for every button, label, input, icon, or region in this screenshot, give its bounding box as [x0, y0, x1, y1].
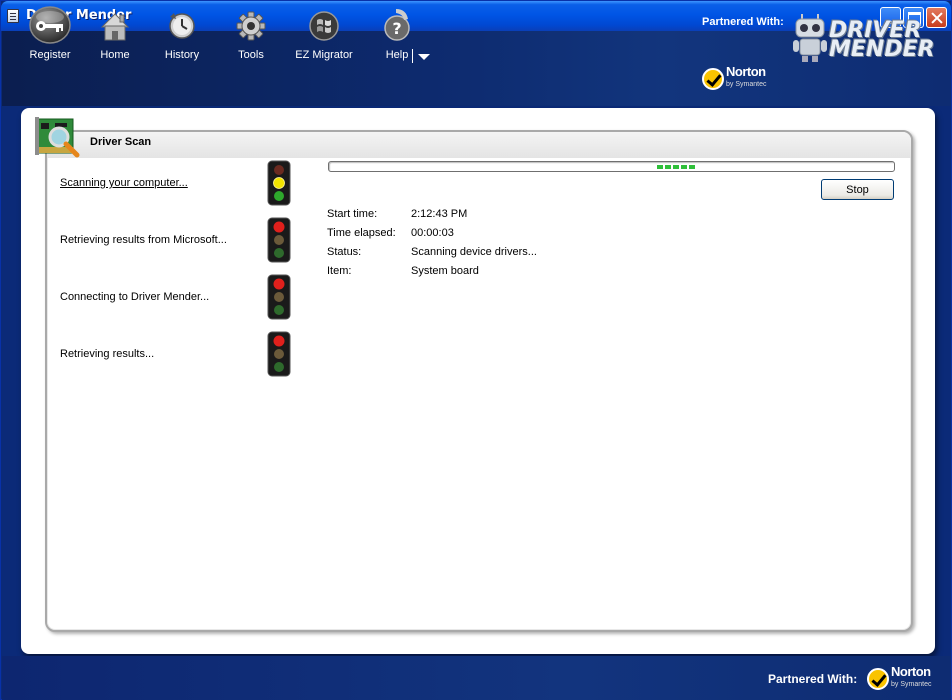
norton-logo-top: Norton by Symantec	[702, 64, 767, 90]
toolbar-label: History	[164, 49, 200, 61]
time-elapsed-label: Time elapsed:	[327, 227, 396, 239]
panel-header	[47, 132, 911, 158]
gear-icon	[236, 11, 266, 41]
toolbar-label: Register	[29, 49, 71, 61]
start-time-label: Start time:	[327, 208, 378, 220]
history-clock-icon	[169, 13, 195, 39]
toolbar-ez-migrator[interactable]: EZ Migrator	[294, 5, 354, 69]
key-icon	[29, 6, 71, 44]
traffic-light-icon-pending	[267, 274, 291, 320]
driver-scan-panel	[45, 130, 913, 632]
partner-label-bottom: Partnered With:	[768, 672, 858, 686]
step-label-microsoft: Retrieving results from Microsoft...	[60, 234, 227, 246]
norton-check-icon	[867, 667, 889, 690]
start-time-value: 2:12:43 PM	[411, 208, 468, 220]
logo-line2: MENDER	[829, 37, 935, 62]
toolbar-tools[interactable]: Tools	[234, 5, 268, 69]
scan-progress-bar	[328, 161, 895, 172]
app-document-icon[interactable]	[7, 9, 19, 23]
norton-name: Norton	[891, 664, 931, 679]
robot-mascot-icon	[793, 14, 827, 62]
help-dropdown-arrow-icon[interactable]	[418, 54, 430, 60]
progress-indicator	[656, 165, 697, 169]
step-label-retrieving: Retrieving results...	[60, 348, 155, 360]
norton-check-icon	[702, 67, 724, 90]
status-value: Scanning device drivers...	[411, 246, 537, 258]
toolbar-home[interactable]: Home	[97, 5, 133, 69]
driver-mender-logo: DRIVER MENDER	[829, 20, 935, 62]
traffic-light-icon-pending	[267, 217, 291, 263]
toolbar-register[interactable]: Register	[27, 5, 73, 69]
status-label: Status:	[327, 246, 362, 258]
item-label: Item:	[327, 265, 352, 277]
norton-sub: by Symantec	[726, 81, 767, 88]
toolbar-history[interactable]: History	[163, 5, 201, 69]
step-label-scanning: Scanning your computer...	[60, 177, 188, 189]
step-label-connecting: Connecting to Driver Mender...	[60, 291, 210, 303]
norton-sub: by Symantec	[891, 681, 932, 688]
toolbar-label: Home	[100, 49, 130, 61]
svg-text:?: ?	[392, 19, 401, 38]
panel-title: Driver Scan	[90, 136, 152, 148]
norton-logo-bottom: Norton by Symantec	[867, 664, 932, 690]
time-elapsed-value: 00:00:03	[411, 227, 454, 239]
help-question-icon: ?	[384, 9, 410, 41]
traffic-light-icon-pending	[267, 331, 291, 377]
traffic-light-icon-active	[267, 160, 291, 206]
scan-card-magnifier-icon	[35, 117, 80, 158]
app-window: Driver Mender Register Home History Tool…	[0, 0, 952, 700]
item-value: System board	[411, 265, 479, 277]
windows-orb-icon	[309, 11, 339, 41]
norton-name: Norton	[726, 64, 766, 79]
toolbar-help[interactable]: ? Help	[382, 5, 412, 69]
toolbar-label: Help	[385, 49, 409, 61]
toolbar-label: Tools	[238, 49, 264, 61]
home-icon	[100, 13, 130, 41]
stop-button[interactable]: Stop	[821, 179, 894, 200]
partner-label-top: Partnered With:	[702, 16, 784, 28]
toolbar-label: EZ Migrator	[295, 49, 353, 61]
help-separator	[412, 49, 413, 63]
